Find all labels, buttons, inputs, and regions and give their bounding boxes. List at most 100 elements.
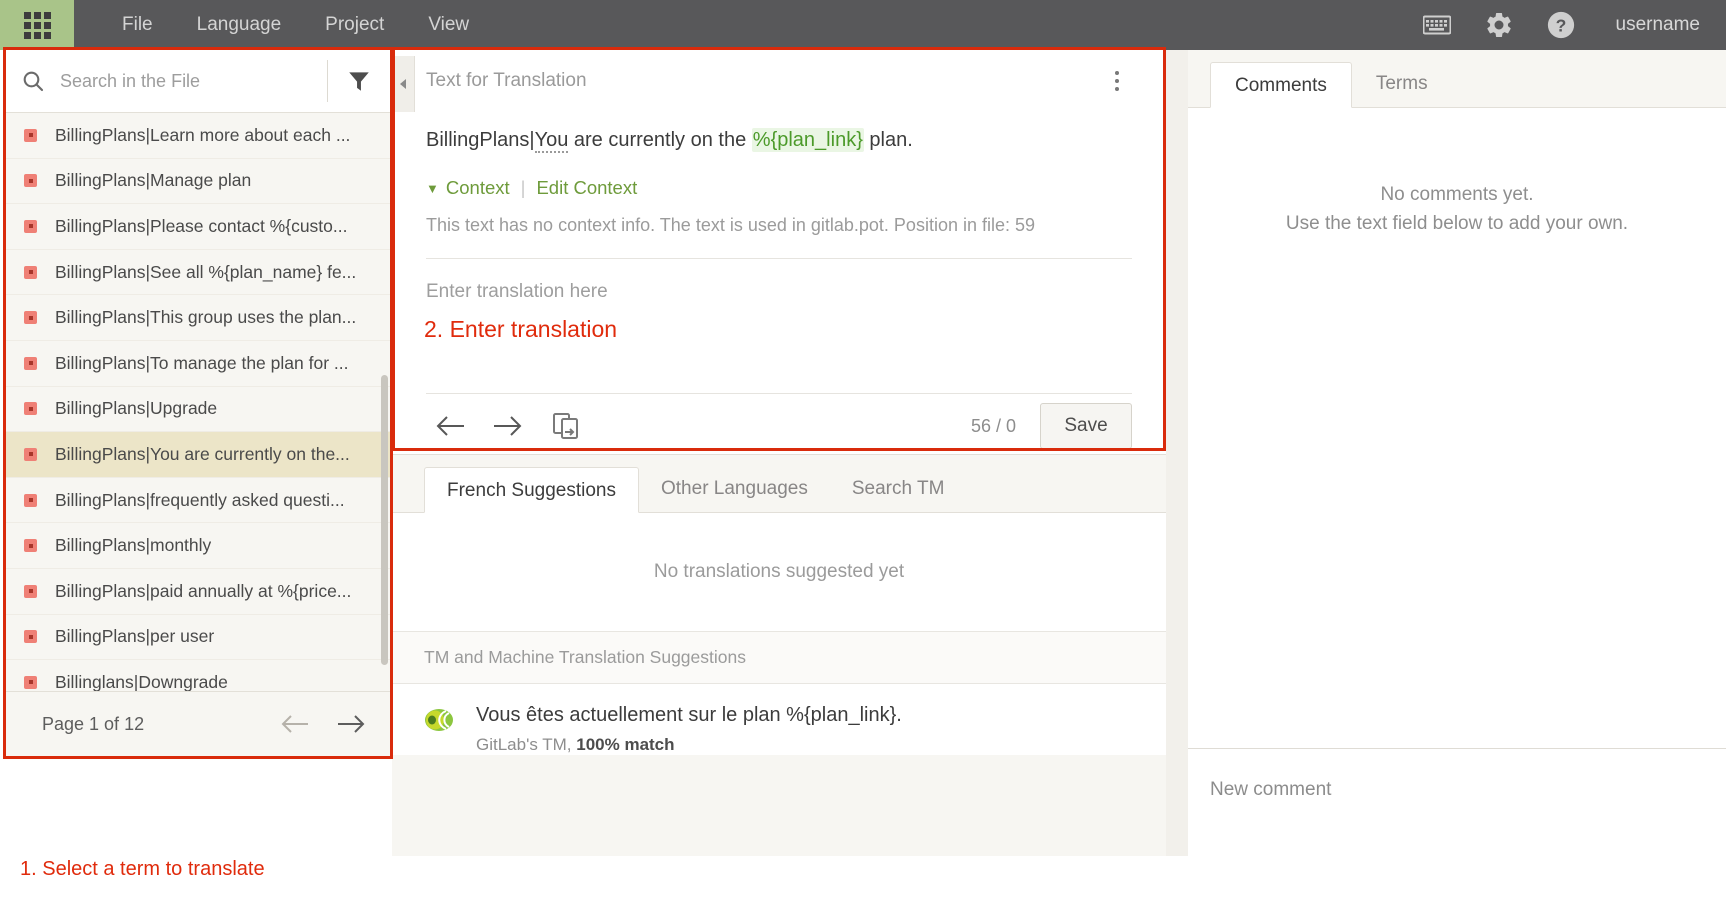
source-text-suffix: plan. (863, 129, 913, 151)
suggestions-section: French Suggestions Other Languages Searc… (392, 454, 1166, 856)
gitlab-tm-logo-icon (424, 707, 454, 755)
status-untranslated-icon (24, 447, 37, 461)
annotation-step-1: 1. Select a term to translate (20, 858, 265, 880)
tm-suggestion-item[interactable]: Vous êtes actuellement sur le plan %{pla… (392, 684, 1166, 755)
status-untranslated-icon (24, 219, 37, 233)
chevron-left-icon (400, 79, 406, 89)
suggestions-empty-state: No translations suggested yet (392, 513, 1166, 632)
chevron-down-icon: ▼ (426, 180, 439, 196)
source-text: BillingPlans|You are currently on the %{… (426, 112, 1132, 155)
list-item-label: BillingPlans|per user (55, 626, 215, 647)
help-icon: ? (1547, 11, 1574, 39)
status-untranslated-icon (24, 493, 37, 507)
tm-suggestion-match: 100% match (576, 735, 675, 754)
list-item[interactable]: BillingPlans|Please contact %{custo... (6, 204, 390, 250)
comments-empty-state: No comments yet. Use the text field belo… (1188, 108, 1726, 748)
pagination-bar: Page 1 of 12 (6, 691, 390, 756)
list-item-label: BillingPlans|To manage the plan for ... (55, 352, 349, 373)
more-vertical-icon-dot (1115, 71, 1119, 75)
context-divider: | (520, 177, 526, 198)
file-terms-panel: BillingPlans|Learn more about each ... B… (6, 50, 391, 756)
list-item[interactable]: BillingPlans|paid annually at %{price... (6, 569, 390, 615)
list-item[interactable]: BillingPlans|frequently asked questi... (6, 478, 390, 524)
status-untranslated-icon (24, 675, 37, 689)
username-label[interactable]: username (1616, 14, 1701, 36)
previous-page-button[interactable] (280, 713, 310, 735)
arrow-right-icon (494, 416, 522, 436)
source-placeholder-token: %{plan_link} (751, 128, 864, 152)
help-button[interactable]: ? (1538, 0, 1584, 50)
apps-grid-button[interactable] (0, 0, 74, 50)
list-item-label: BillingPlans|This group uses the plan... (55, 307, 357, 328)
tab-search-tm[interactable]: Search TM (830, 466, 967, 512)
copy-source-to-target-button[interactable] (542, 404, 590, 448)
tm-suggestion-source: GitLab's TM, (476, 735, 577, 754)
more-vertical-icon-dot (1115, 79, 1119, 83)
top-bar-right-area: ? username (1406, 0, 1726, 50)
tab-comments[interactable]: Comments (1210, 62, 1352, 108)
copy-source-to-target-icon (553, 413, 578, 439)
collapse-left-panel-button[interactable] (392, 56, 415, 112)
comments-panel: Comments Terms No comments yet. Use the … (1166, 50, 1726, 856)
list-item-label: Billinglans|Downgrade (55, 671, 228, 691)
context-toggle-link[interactable]: Context (446, 177, 510, 199)
arrow-left-icon (281, 715, 308, 733)
translation-input-placeholder: Enter translation here (426, 281, 608, 302)
previous-segment-button[interactable] (426, 404, 474, 448)
list-item-label: BillingPlans|paid annually at %{price... (55, 580, 352, 601)
source-text-block: Text for Translation BillingPlans|You ar… (392, 50, 1166, 258)
new-comment-placeholder: New comment (1210, 779, 1332, 800)
tab-terms[interactable]: Terms (1352, 61, 1452, 107)
list-item[interactable]: BillingPlans|To manage the plan for ... (6, 341, 390, 387)
new-comment-input[interactable]: New comment (1188, 748, 1726, 856)
list-item[interactable]: BillingPlans|Upgrade (6, 387, 390, 433)
search-icon (23, 71, 44, 92)
menu-item-project[interactable]: Project (303, 0, 406, 50)
comments-empty-line-1: No comments yet. (1380, 184, 1534, 205)
list-item-label: BillingPlans|Manage plan (55, 170, 252, 191)
menu-item-view[interactable]: View (406, 0, 491, 50)
grid-apps-icon (23, 11, 51, 39)
list-item[interactable]: BillingPlans|Manage plan (6, 159, 390, 205)
list-item[interactable]: BillingPlans|This group uses the plan... (6, 295, 390, 341)
top-menu-items: File Language Project View (74, 0, 491, 50)
list-item[interactable]: BillingPlans|monthly (6, 523, 390, 569)
comments-empty-line-2: Use the text field below to add your own… (1285, 213, 1629, 235)
save-button[interactable]: Save (1040, 403, 1132, 449)
next-page-button[interactable] (336, 713, 366, 735)
arrow-left-icon (436, 416, 464, 436)
search-input[interactable] (60, 70, 327, 92)
list-item[interactable]: BillingPlans|Learn more about each ... (6, 113, 390, 159)
status-untranslated-icon (24, 539, 37, 553)
next-segment-button[interactable] (484, 404, 532, 448)
tm-suggestions-header: TM and Machine Translation Suggestions (392, 632, 1166, 684)
keyboard-shortcuts-button[interactable] (1414, 0, 1460, 50)
tm-suggestion-text: Vous êtes actuellement sur le plan %{pla… (476, 704, 902, 726)
status-untranslated-icon (24, 584, 37, 598)
list-item-label: BillingPlans|monthly (55, 535, 212, 556)
filter-button[interactable] (328, 68, 390, 94)
context-row: ▼ Context | Edit Context (426, 155, 1132, 199)
status-untranslated-icon (24, 630, 37, 644)
tab-other-languages[interactable]: Other Languages (639, 466, 830, 512)
tab-french-suggestions[interactable]: French Suggestions (424, 467, 639, 513)
term-list-scrollbar[interactable] (381, 375, 388, 665)
arrow-right-icon (338, 715, 365, 733)
search-bar (6, 50, 390, 113)
list-item[interactable]: Billinglans|Downgrade (6, 660, 390, 691)
settings-button[interactable] (1476, 0, 1522, 50)
right-panel-content: Comments Terms No comments yet. Use the … (1188, 50, 1726, 856)
list-item[interactable]: BillingPlans|See all %{plan_name} fe... (6, 250, 390, 296)
menu-item-language[interactable]: Language (175, 0, 304, 50)
annotation-step-2: 2. Enter translation (424, 316, 618, 342)
term-list: BillingPlans|Learn more about each ... B… (6, 113, 390, 691)
more-options-button[interactable] (1102, 61, 1132, 101)
list-item[interactable]: BillingPlans|per user (6, 615, 390, 661)
status-untranslated-icon (24, 311, 37, 325)
list-item-selected[interactable]: BillingPlans|You are currently on the... (6, 432, 390, 478)
status-untranslated-icon (24, 402, 37, 416)
menu-item-file[interactable]: File (100, 0, 175, 50)
more-vertical-icon-dot (1115, 87, 1119, 91)
page-indicator: Page 1 of 12 (42, 713, 145, 734)
edit-context-link[interactable]: Edit Context (536, 177, 637, 199)
